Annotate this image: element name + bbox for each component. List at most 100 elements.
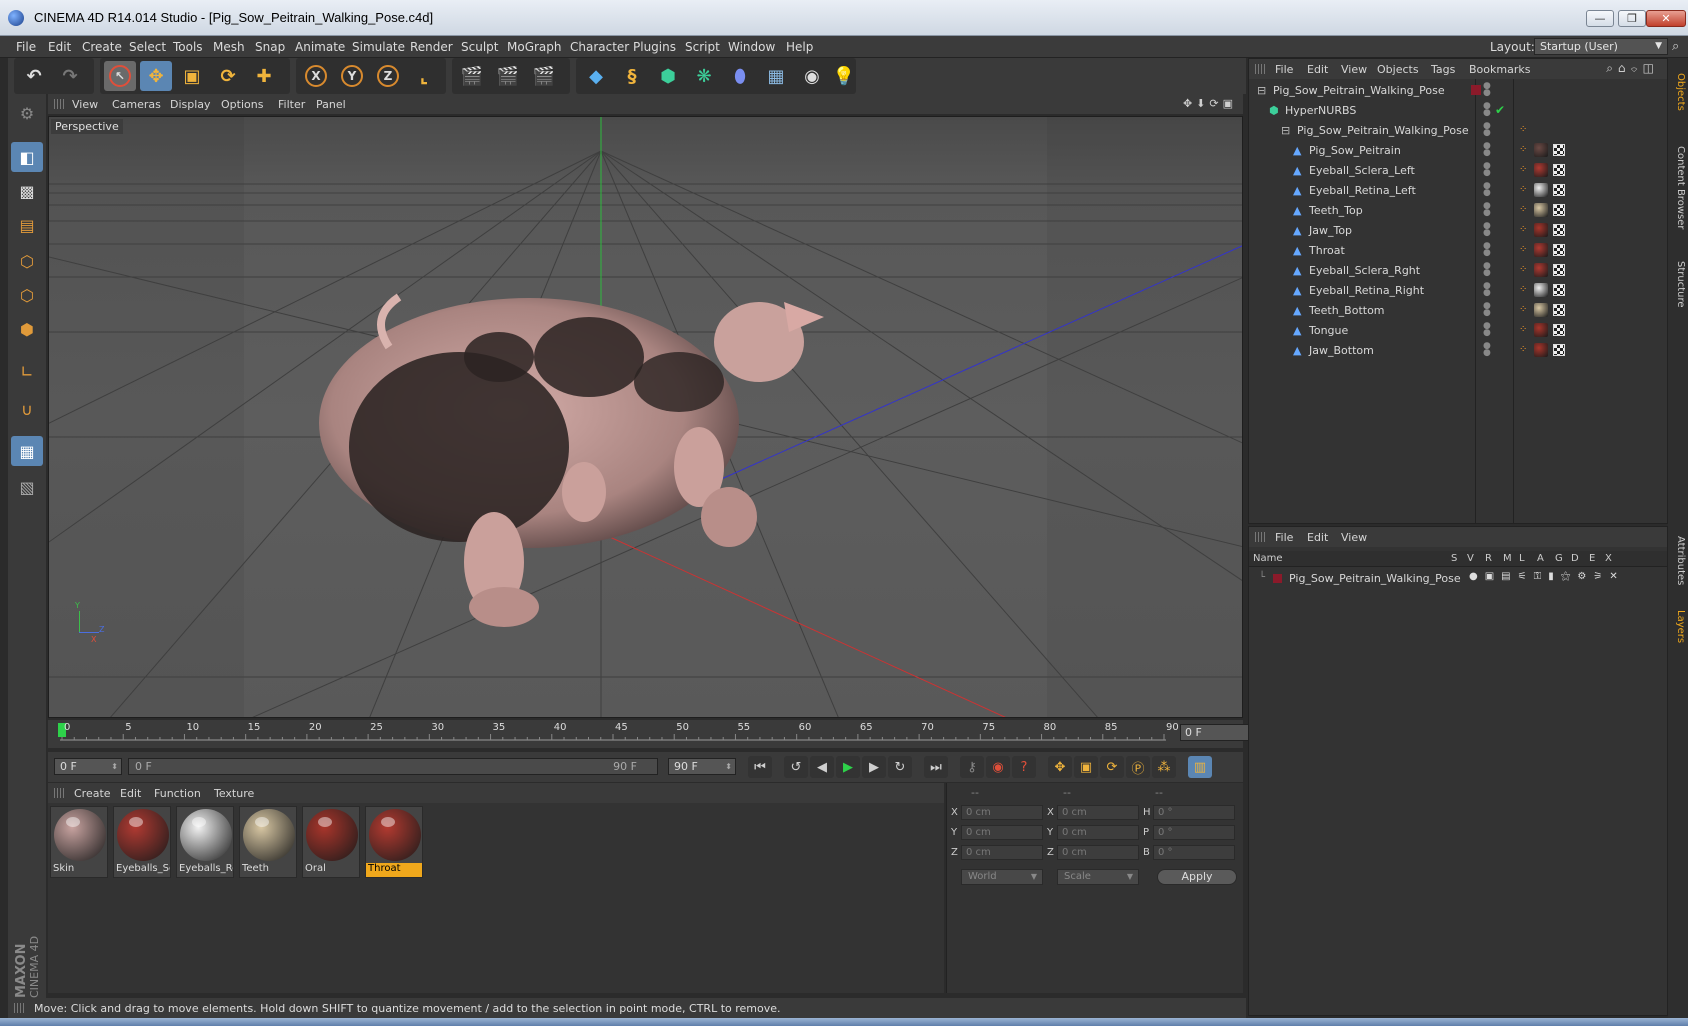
- uvw-tag-icon[interactable]: [1553, 164, 1565, 176]
- apply-button[interactable]: Apply: [1157, 869, 1237, 885]
- object-menu-bookmarks[interactable]: Bookmarks: [1469, 63, 1530, 76]
- panel-grip-icon[interactable]: [54, 99, 64, 109]
- object-name[interactable]: Teeth_Top: [1309, 204, 1363, 217]
- object-menu-edit[interactable]: Edit: [1307, 63, 1328, 76]
- menu-window[interactable]: Window: [728, 40, 775, 54]
- cube-object-button[interactable]: ◆: [580, 61, 612, 91]
- object-row[interactable]: ▲ Eyeball_Sclera_Rght ● ● ⁘: [1249, 261, 1667, 281]
- pig-model[interactable]: [319, 293, 824, 627]
- phong-tag-icon[interactable]: ⁘: [1519, 304, 1527, 315]
- tab-attributes[interactable]: Attributes: [1670, 526, 1686, 596]
- uvw-tag-icon[interactable]: [1553, 144, 1565, 156]
- panel-grip-icon[interactable]: [14, 1003, 24, 1013]
- layer-menu-view[interactable]: View: [1341, 531, 1367, 544]
- object-menu-objects[interactable]: Objects: [1377, 63, 1419, 76]
- go-to-start-button[interactable]: ⏮: [748, 756, 772, 778]
- object-name[interactable]: Eyeball_Sclera_Left: [1309, 164, 1415, 177]
- material-tag-icon[interactable]: [1534, 323, 1548, 337]
- viewport-menu-view[interactable]: View: [72, 98, 98, 111]
- layer-column-header[interactable]: A: [1537, 553, 1544, 564]
- object-name[interactable]: Eyeball_Sclera_Rght: [1309, 264, 1420, 277]
- uvw-tag-icon[interactable]: [1553, 304, 1565, 316]
- menu-script[interactable]: Script: [685, 40, 720, 54]
- phong-tag-icon[interactable]: ⁘: [1519, 244, 1527, 255]
- tab-objects[interactable]: Objects: [1670, 62, 1686, 122]
- menu-file[interactable]: File: [16, 40, 36, 54]
- uvw-tag-icon[interactable]: [1553, 264, 1565, 276]
- menu-snap[interactable]: Snap: [255, 40, 285, 54]
- menu-simulate[interactable]: Simulate: [352, 40, 405, 54]
- coordinate-system-select[interactable]: World ▼: [961, 869, 1043, 885]
- visibility-dots-icon[interactable]: ● ●: [1483, 102, 1491, 118]
- points-mode-button[interactable]: ⬡: [11, 246, 43, 276]
- object-row[interactable]: ▲ Tongue ● ● ⁘: [1249, 321, 1667, 341]
- key-pla-button[interactable]: ⁂: [1152, 756, 1176, 778]
- phong-tag-icon[interactable]: ⁘: [1519, 344, 1527, 355]
- play-button[interactable]: ▶: [836, 756, 860, 778]
- polygons-mode-button[interactable]: ⬢: [11, 314, 43, 344]
- object-name[interactable]: Pig_Sow_Peitrain_Walking_Pose: [1297, 124, 1469, 137]
- coordinate-value-field[interactable]: 0 °: [1153, 805, 1235, 820]
- viewport-nav-icons[interactable]: ✥⬇⟳▣: [1183, 97, 1237, 110]
- previous-frame-button[interactable]: ◀: [810, 756, 834, 778]
- undo-button[interactable]: ↶: [18, 61, 50, 91]
- uvw-tag-icon[interactable]: [1553, 344, 1565, 356]
- frame-range-slider[interactable]: 0 F 90 F: [128, 758, 658, 775]
- visibility-dots-icon[interactable]: ● ●: [1483, 222, 1491, 238]
- object-name[interactable]: Pig_Sow_Peitrain: [1309, 144, 1401, 157]
- visibility-dots-icon[interactable]: ● ●: [1483, 302, 1491, 318]
- menu-mograph[interactable]: MoGraph: [507, 40, 562, 54]
- layer-column-header[interactable]: D: [1571, 553, 1579, 564]
- phong-tag-icon[interactable]: ⁘: [1519, 224, 1527, 235]
- visibility-dots-icon[interactable]: ● ●: [1483, 322, 1491, 338]
- material-tag-icon[interactable]: [1534, 163, 1548, 177]
- uvw-tag-icon[interactable]: [1553, 224, 1565, 236]
- restore-button[interactable]: ❐: [1618, 10, 1646, 27]
- phong-tag-icon[interactable]: ⁘: [1519, 144, 1527, 155]
- model-mode-button[interactable]: ◧: [11, 142, 43, 172]
- close-button[interactable]: ✕: [1646, 10, 1686, 27]
- axis-mode-button[interactable]: ∟: [11, 356, 43, 386]
- viewport-menu-cameras[interactable]: Cameras: [112, 98, 161, 111]
- layer-column-header[interactable]: X: [1605, 553, 1612, 564]
- material-tag-icon[interactable]: [1534, 283, 1548, 297]
- viewport-menu-display[interactable]: Display: [170, 98, 211, 111]
- visibility-dots-icon[interactable]: ● ●: [1483, 142, 1491, 158]
- visibility-dots-icon[interactable]: ● ●: [1483, 122, 1491, 138]
- tab-content-browser[interactable]: Content Browser: [1670, 128, 1686, 248]
- material-menu-function[interactable]: Function: [154, 787, 201, 800]
- spline-button[interactable]: §: [616, 61, 648, 91]
- scene-floor-button[interactable]: ▦: [760, 61, 792, 91]
- coordinate-value-field[interactable]: 0 cm: [1057, 805, 1139, 820]
- panel-grip-icon[interactable]: [1255, 532, 1265, 542]
- autokey-button[interactable]: ◉: [986, 756, 1010, 778]
- layer-row[interactable]: └ Pig_Sow_Peitrain_Walking_Pose ●▣▤⚟⚿▮⚝⚙…: [1249, 569, 1667, 589]
- uvw-tag-icon[interactable]: [1553, 204, 1565, 216]
- menu-select[interactable]: Select: [129, 40, 166, 54]
- menu-tools[interactable]: Tools: [173, 40, 203, 54]
- coordinate-value-field[interactable]: 0 cm: [961, 825, 1043, 840]
- record-keys-button[interactable]: ⚷: [960, 756, 984, 778]
- visibility-dots-icon[interactable]: ● ●: [1483, 342, 1491, 358]
- layer-column-header[interactable]: E: [1589, 553, 1595, 564]
- scale-mode-select[interactable]: Scale ▼: [1057, 869, 1139, 885]
- phong-tag-icon[interactable]: ⁘: [1519, 184, 1527, 195]
- coordinate-value-field[interactable]: 0 °: [1153, 845, 1235, 860]
- camera-button[interactable]: ◉: [796, 61, 828, 91]
- coordinate-system-button[interactable]: ⌞: [408, 61, 440, 91]
- panel-grip-icon[interactable]: [54, 788, 64, 798]
- layer-menu-edit[interactable]: Edit: [1307, 531, 1328, 544]
- object-row[interactable]: ▲ Eyeball_Retina_Right ● ● ⁘: [1249, 281, 1667, 301]
- make-editable-button[interactable]: ⚙: [11, 98, 43, 128]
- menu-sculpt[interactable]: Sculpt: [461, 40, 498, 54]
- workplane-lock-button[interactable]: ▦: [11, 436, 43, 466]
- phong-tag-icon[interactable]: ⁘: [1519, 124, 1527, 135]
- layer-column-header[interactable]: G: [1555, 553, 1563, 564]
- material-menu-edit[interactable]: Edit: [120, 787, 141, 800]
- minimize-button[interactable]: —: [1586, 10, 1614, 27]
- material-swatch[interactable]: Eyeballs_Re: [176, 806, 234, 878]
- menu-plugins[interactable]: Plugins: [633, 40, 676, 54]
- timeline-ruler[interactable]: 0 5 10 15 20 25 30 35 40 45 50 55 60 65 70 75 80 85 90 0 F…: [48, 720, 1288, 748]
- object-manager-toolbar-icons[interactable]: ⌕⌂⌔◫: [1606, 61, 1659, 76]
- visibility-dots-icon[interactable]: ● ●: [1483, 282, 1491, 298]
